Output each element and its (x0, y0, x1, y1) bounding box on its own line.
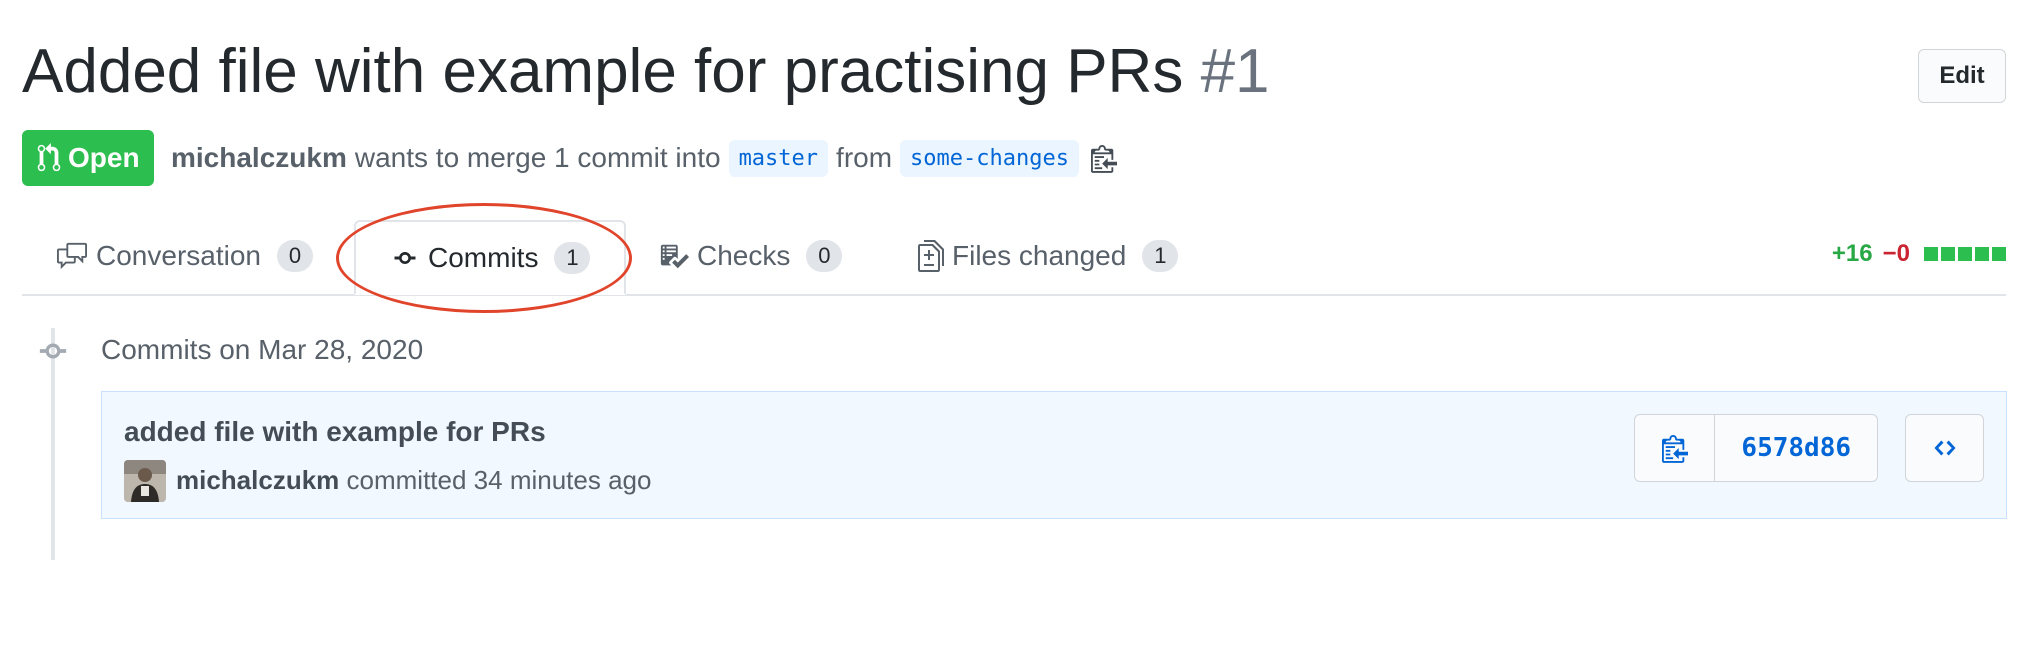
merge-text: wants to merge 1 commit into (354, 142, 721, 173)
commit-author-link[interactable]: michalczukm (176, 465, 339, 495)
pr-number: #1 (1200, 37, 1270, 106)
diffstat[interactable]: +16 −0 (1832, 240, 2006, 268)
pr-author-link[interactable]: michalczukm (171, 142, 347, 174)
avatar-image (124, 460, 166, 502)
tab-label: Checks (697, 240, 791, 271)
commit-list-item: added file with example for PRs michalcz… (101, 391, 2007, 519)
avatar[interactable] (124, 460, 166, 502)
clippy-icon (1661, 435, 1688, 463)
commit-group-heading: Commits on Mar 28, 2020 (101, 334, 424, 365)
commit-message-link[interactable]: added file with example for PRs (124, 416, 546, 448)
git-pull-request-icon (37, 143, 61, 172)
deletions-count: −0 (1882, 240, 1910, 267)
git-commit-icon (394, 251, 416, 264)
copy-sha-button[interactable] (1635, 415, 1716, 481)
commit-action: committed 34 minutes ago (346, 465, 652, 495)
git-commit-icon (39, 343, 67, 359)
code-icon (1934, 440, 1955, 456)
commit-sha-link[interactable]: 6578d86 (1715, 415, 1877, 481)
pr-meta: michalczukm wants to merge 1 commit into… (171, 136, 1117, 180)
tab-conversation[interactable]: Conversation 0 (56, 218, 313, 294)
tab-counter: 0 (276, 240, 313, 272)
base-branch[interactable]: master (728, 139, 829, 177)
tab-files-changed[interactable]: Files changed 1 (918, 218, 1179, 294)
pr-title: Added file with example for practising P… (22, 37, 1270, 106)
status-badge: Open (22, 130, 154, 186)
tab-label: Conversation (96, 240, 261, 271)
file-diff-icon (918, 240, 944, 272)
commit-meta: michalczukm committed 34 minutes ago (176, 465, 651, 496)
diffstat-block (1992, 247, 2006, 261)
diffstat-block (1975, 247, 1989, 261)
comment-discussion-icon (57, 242, 87, 270)
diffstat-blocks (1924, 247, 2006, 261)
head-branch[interactable]: some-changes (900, 139, 1079, 177)
status-badge-label: Open (68, 142, 140, 173)
pr-tabs: Conversation 0 Commits 1 Checks 0 Files … (22, 218, 2006, 296)
from-text: from (836, 142, 893, 173)
tab-label: Commits (428, 241, 539, 273)
browse-files-button[interactable] (1905, 414, 1984, 482)
tab-counter: 0 (806, 240, 843, 272)
tab-checks[interactable]: Checks 0 (659, 218, 843, 294)
pr-title-text: Added file with example for practising P… (22, 37, 1184, 106)
additions-count: +16 (1831, 240, 1873, 267)
edit-button[interactable]: Edit (1918, 49, 2006, 103)
tab-commits[interactable]: Commits 1 (354, 220, 627, 295)
diffstat-block (1958, 247, 1972, 261)
diffstat-block (1924, 247, 1938, 261)
tab-label: Files changed (952, 240, 1127, 271)
diffstat-block (1941, 247, 1955, 261)
clippy-icon[interactable] (1091, 142, 1117, 174)
tab-counter: 1 (1142, 240, 1179, 272)
commit-sha-group: 6578d86 (1634, 414, 1878, 482)
checklist-icon (660, 244, 689, 269)
tab-counter: 1 (554, 241, 591, 274)
